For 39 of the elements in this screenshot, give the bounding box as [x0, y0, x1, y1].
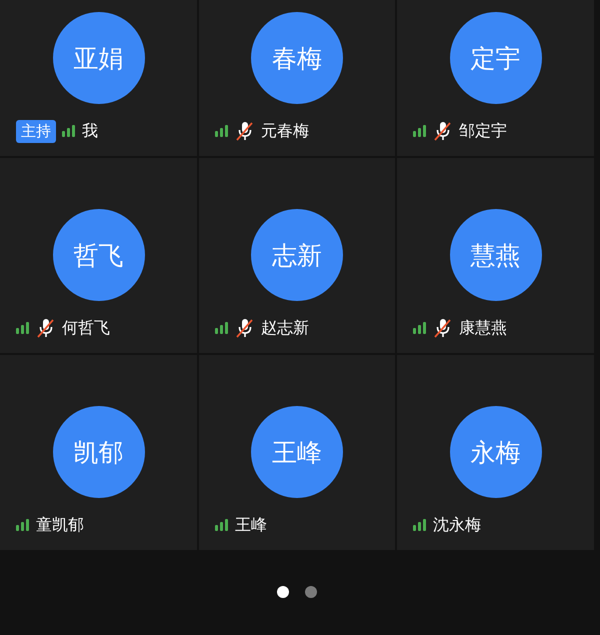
signal-icon	[413, 519, 427, 531]
participant-name: 康慧燕	[459, 318, 507, 338]
participant-tile[interactable]: 慧燕 康慧燕	[397, 158, 594, 353]
signal-icon	[16, 322, 30, 334]
participant-tile[interactable]: 春梅 元春梅	[199, 0, 395, 156]
participant-tile[interactable]: 定宇 邹定宇	[397, 0, 594, 156]
participant-name: 王峰	[235, 514, 267, 536]
page-dot[interactable]	[305, 586, 317, 598]
avatar: 志新	[251, 209, 343, 301]
signal-icon	[215, 125, 229, 137]
participant-name: 我	[82, 120, 98, 142]
avatar: 哲飞	[52, 209, 144, 301]
signal-icon	[215, 519, 229, 531]
avatar: 慧燕	[450, 209, 542, 301]
signal-icon	[62, 125, 76, 137]
avatar: 亚娟	[52, 12, 144, 104]
avatar: 王峰	[251, 406, 343, 498]
participant-tile[interactable]: 亚娟 主持 我	[0, 0, 197, 156]
avatar: 永梅	[450, 406, 542, 498]
avatar: 春梅	[251, 12, 343, 104]
page-dot[interactable]	[277, 586, 289, 598]
participant-tile[interactable]: 永梅 沈永梅	[397, 355, 594, 550]
participant-name: 邹定宇	[459, 120, 507, 142]
signal-icon	[413, 125, 427, 137]
signal-icon	[413, 322, 427, 334]
participant-name: 元春梅	[261, 120, 309, 142]
participant-name: 何哲飞	[62, 318, 110, 338]
host-badge: 主持	[16, 120, 56, 142]
participant-tile[interactable]: 哲飞 何哲飞	[0, 158, 197, 353]
participant-name: 赵志新	[261, 318, 309, 338]
avatar: 定宇	[450, 12, 542, 104]
participant-name: 沈永梅	[433, 514, 481, 536]
signal-icon	[16, 519, 30, 531]
participant-tile[interactable]: 凯郁 童凯郁	[0, 355, 197, 550]
avatar: 凯郁	[52, 406, 144, 498]
signal-icon	[215, 322, 229, 334]
participant-tile[interactable]: 志新 赵志新	[199, 158, 395, 353]
participant-name: 童凯郁	[36, 514, 84, 536]
participant-tile[interactable]: 王峰 王峰	[199, 355, 395, 550]
